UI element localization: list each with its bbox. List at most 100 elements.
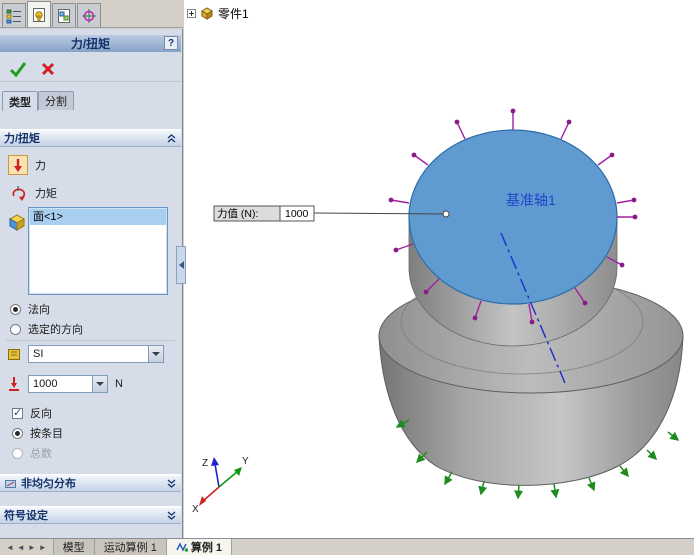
featuremanager-tab[interactable]: [2, 3, 26, 27]
selected-direction-option[interactable]: 选定的方向: [10, 321, 83, 337]
unit-suffix: N: [115, 378, 123, 390]
force-option[interactable]: 力: [8, 155, 46, 175]
force-value-icon: [9, 377, 19, 391]
tab-scroll-buttons: ◄ ◄ ► ►: [0, 539, 54, 555]
torque-label: 力矩: [35, 188, 57, 200]
unit-row: SI: [6, 345, 164, 363]
force-value-combo[interactable]: 1000: [28, 375, 108, 393]
tab-study-label: 算例 1: [190, 542, 223, 554]
configurationmanager-icon: [58, 8, 70, 23]
callout-label: 力值 (N):: [217, 207, 258, 220]
selected-direction-label: 选定的方向: [28, 324, 83, 336]
normal-direction-option[interactable]: 法向: [10, 301, 50, 317]
model-part[interactable]: [378, 129, 684, 486]
radio-per-item[interactable]: [12, 427, 23, 439]
force-label: 力: [35, 160, 46, 172]
close-icon: [41, 62, 55, 75]
nonuniform-icon: [5, 479, 16, 488]
tab-split[interactable]: 分割: [38, 91, 74, 110]
statusbar-fill: [232, 539, 694, 555]
viewport-canvas: 基准轴1 力值 (N): 1000 Z X Y: [192, 108, 684, 515]
group-header-symbol-settings[interactable]: 符号设定: [0, 506, 181, 524]
group-title: 非均匀分布: [21, 478, 76, 490]
tab-type-label: 类型: [9, 96, 31, 109]
force-icon: [8, 155, 28, 175]
document-tab-bar: ◄ ◄ ► ► 模型 运动算例 1 算例 1: [0, 538, 694, 555]
panel-body: 力/扭矩 力 力矩 面<1> 法向 选定的方向 SI 1000 N ✓ 反向 按…: [0, 129, 181, 538]
group-header-force-torque[interactable]: 力/扭矩: [0, 129, 181, 147]
per-item-option[interactable]: 按条目: [12, 425, 63, 441]
panel-tabs: 类型 分割: [2, 91, 74, 111]
per-item-label: 按条目: [30, 428, 63, 440]
callout-value[interactable]: 1000: [285, 208, 309, 220]
help-button[interactable]: ?: [164, 36, 178, 50]
total-option[interactable]: 总数: [12, 445, 52, 461]
solidworks-window: 力/扭矩 ? 类型 分割 力/扭矩 力 力矩 面<1> 法向 选定的方向 SI …: [0, 0, 694, 555]
property-manager-panel: 力/扭矩 ? 类型 分割 力/扭矩 力 力矩 面<1> 法向 选定的方向 SI …: [0, 29, 183, 538]
tree-expand-icon[interactable]: [187, 9, 196, 18]
chevron-double-down-icon: [167, 479, 176, 488]
unit-dropdown[interactable]: SI: [28, 345, 164, 363]
unit-value: SI: [33, 348, 44, 360]
selection-listbox[interactable]: 面<1>: [28, 207, 168, 295]
tab-motion-study-label: 运动算例 1: [103, 542, 157, 554]
reverse-option[interactable]: 反向: [12, 405, 52, 421]
chevron-up-icon: [167, 133, 176, 142]
scroll-prev-icon[interactable]: ◄: [17, 543, 25, 552]
scroll-next-icon[interactable]: ►: [28, 543, 36, 552]
panel-actions: [0, 56, 181, 82]
divider: [6, 340, 175, 341]
torque-option[interactable]: 力矩: [8, 183, 57, 203]
radio-selected-direction[interactable]: [10, 323, 21, 335]
orientation-triad: Z X Y: [192, 456, 249, 515]
propertymanager-icon: [33, 7, 45, 22]
normal-label: 法向: [28, 304, 50, 316]
reverse-checkbox[interactable]: [12, 406, 23, 419]
graphics-area[interactable]: 基准轴1 力值 (N): 1000 Z X Y 零件1: [184, 0, 694, 538]
tab-type[interactable]: 类型: [2, 91, 38, 111]
collapse-panel-icon: [178, 261, 184, 269]
group-title: 力/扭矩: [4, 133, 41, 145]
selected-face[interactable]: [408, 129, 618, 305]
check-icon: [9, 61, 27, 77]
dropdown-arrow-icon[interactable]: [148, 346, 163, 362]
triad-x-label: X: [192, 504, 199, 515]
force-value-row: 1000 N: [6, 375, 123, 393]
propertymanager-tab[interactable]: [27, 1, 51, 27]
feature-tree-root[interactable]: 零件1: [187, 5, 249, 22]
radio-total[interactable]: [12, 447, 23, 459]
tab-study[interactable]: 算例 1: [166, 539, 233, 555]
study-icon: [176, 542, 188, 552]
radio-normal[interactable]: [10, 303, 21, 315]
panel-tab-strip: [0, 0, 183, 28]
group-title: 符号设定: [4, 510, 48, 522]
dropdown-arrow-icon[interactable]: [92, 376, 107, 392]
part-icon: [201, 7, 213, 20]
torque-icon: [8, 183, 28, 203]
ok-button[interactable]: [8, 59, 28, 79]
tab-motion-study[interactable]: 运动算例 1: [94, 539, 167, 555]
tab-model[interactable]: 模型: [53, 539, 95, 555]
face-selection-filter: [8, 213, 26, 231]
panel-splitter[interactable]: [176, 246, 186, 284]
cancel-button[interactable]: [38, 59, 58, 79]
force-value: 1000: [33, 378, 58, 390]
panel-title-bar: 力/扭矩 ?: [0, 35, 181, 52]
selection-item-face1[interactable]: 面<1>: [30, 209, 166, 225]
chevron-double-down-icon: [167, 511, 176, 520]
face-select-icon: [8, 214, 26, 231]
tab-model-label: 模型: [62, 542, 85, 554]
group-header-nonuniform[interactable]: 非均匀分布: [0, 474, 181, 492]
total-label: 总数: [30, 448, 52, 460]
reverse-label: 反向: [30, 408, 52, 420]
tree-root-label[interactable]: 零件1: [218, 5, 249, 22]
panel-title: 力/扭矩: [70, 37, 111, 51]
units-icon: [8, 349, 20, 360]
dimxpert-tab[interactable]: [77, 3, 101, 27]
dimxpert-icon: [82, 8, 96, 23]
axis-label: 基准轴1: [506, 192, 556, 208]
tab-split-label: 分割: [45, 96, 67, 108]
scroll-first-icon[interactable]: ◄: [6, 543, 14, 552]
configurationmanager-tab[interactable]: [52, 3, 76, 27]
scroll-last-icon[interactable]: ►: [39, 543, 47, 552]
